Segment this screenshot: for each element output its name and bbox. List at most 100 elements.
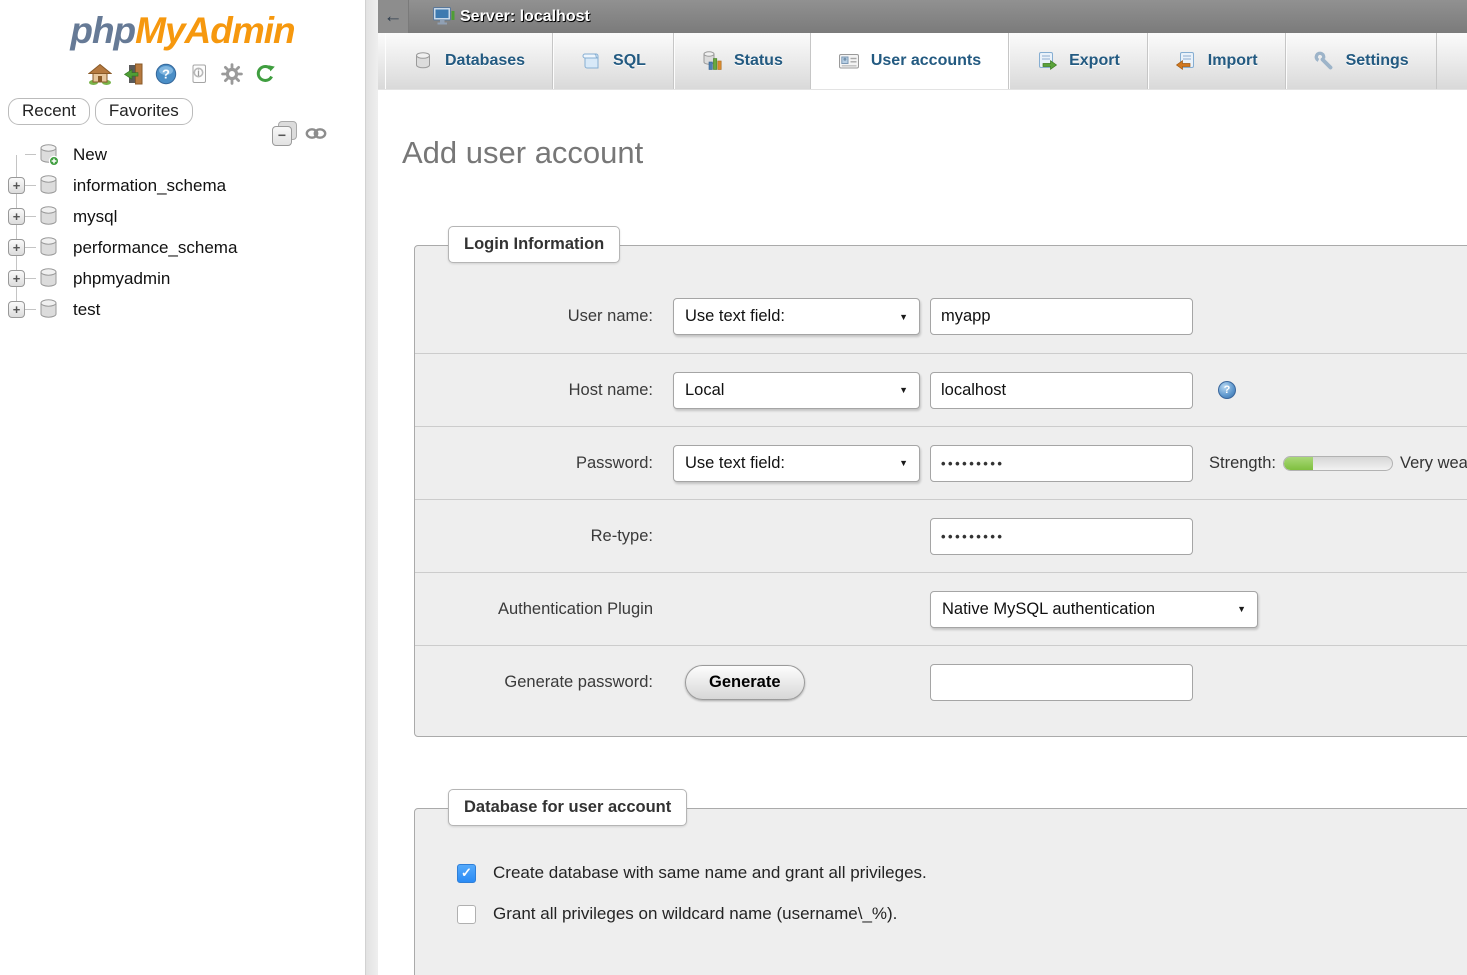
expand-icon[interactable]: +	[8, 301, 25, 318]
tree-connector	[25, 154, 36, 155]
tree-item-phpmyadmin[interactable]: + phpmyadmin	[0, 263, 365, 294]
tab-label: SQL	[613, 52, 646, 70]
logo-php-text: php	[70, 10, 135, 51]
tree-connector	[25, 278, 36, 279]
strength-meter	[1283, 456, 1393, 471]
tree-connector	[25, 247, 36, 248]
logo-myadmin-text: MyAdmin	[135, 10, 295, 51]
database-for-user-legend: Database for user account	[448, 789, 687, 826]
select-value: Native MySQL authentication	[942, 600, 1155, 619]
tree-item-new[interactable]: New	[0, 139, 365, 170]
user-name-row: User name: Use text field: ▼	[415, 280, 1467, 353]
host-name-input[interactable]	[930, 372, 1193, 409]
settings-icon[interactable]	[220, 62, 244, 86]
database-icon	[38, 298, 60, 322]
tree-connector	[25, 216, 36, 217]
tab-status[interactable]: Status	[674, 33, 811, 89]
export-icon	[1036, 51, 1058, 71]
password-type-select[interactable]: Use text field: ▼	[673, 445, 920, 482]
sql-icon	[580, 51, 602, 71]
tab-label: Import	[1208, 52, 1258, 70]
page-content: Add user account Login Information User …	[378, 90, 1467, 975]
tree-item-performance-schema[interactable]: + performance_schema	[0, 232, 365, 263]
chevron-down-icon: ▼	[891, 312, 908, 322]
generate-password-row: Generate password: Generate	[415, 645, 1467, 718]
home-icon[interactable]	[88, 62, 112, 86]
expand-icon[interactable]: +	[8, 239, 25, 256]
checkbox-label: Grant all privileges on wildcard name (u…	[493, 904, 897, 924]
import-icon	[1175, 51, 1197, 71]
tree-item-label: phpmyadmin	[73, 269, 170, 289]
expand-icon[interactable]: +	[8, 208, 25, 225]
auth-plugin-row: Authentication Plugin Native MySQL authe…	[415, 572, 1467, 645]
host-name-type-select[interactable]: Local ▼	[673, 372, 920, 409]
database-icon	[38, 174, 60, 198]
tree-spacer	[8, 146, 25, 163]
host-help-icon[interactable]: ?	[1218, 381, 1236, 399]
sidebar-scrollbar[interactable]	[365, 0, 378, 975]
svg-text:i: i	[197, 68, 200, 78]
expand-icon[interactable]: +	[8, 177, 25, 194]
new-database-icon	[38, 143, 60, 167]
tree-item-label: performance_schema	[73, 238, 237, 258]
host-name-row: Host name: Local ▼ ?	[415, 353, 1467, 426]
tree-item-label: New	[73, 145, 107, 165]
tab-export[interactable]: Export	[1009, 33, 1148, 89]
server-icon	[432, 6, 456, 28]
tab-user-accounts[interactable]: User accounts	[811, 33, 1009, 89]
grant-wildcard-checkbox[interactable]: ✓	[457, 905, 476, 924]
top-tab-bar: Databases SQL Status User accounts Expor…	[378, 33, 1467, 90]
password-label: Password:	[457, 454, 653, 473]
login-information-legend: Login Information	[448, 226, 620, 263]
auth-plugin-select[interactable]: Native MySQL authentication ▼	[930, 591, 1258, 628]
auth-plugin-label: Authentication Plugin	[457, 600, 653, 619]
login-information-fieldset: Login Information User name: Use text fi…	[414, 245, 1467, 737]
refresh-icon[interactable]	[253, 62, 277, 86]
database-tree: New + information_schema + mysql +	[0, 139, 365, 325]
tree-item-test[interactable]: + test	[0, 294, 365, 325]
tree-item-mysql[interactable]: + mysql	[0, 201, 365, 232]
retype-row: Re-type:	[415, 499, 1467, 572]
phpmyadmin-logo[interactable]: phpMyAdmin	[0, 10, 365, 52]
svg-text:?: ?	[162, 67, 170, 82]
tree-item-label: mysql	[73, 207, 117, 227]
recent-button[interactable]: Recent	[8, 98, 90, 125]
create-database-checkbox[interactable]: ✓	[457, 864, 476, 883]
expand-icon[interactable]: +	[8, 270, 25, 287]
user-accounts-icon	[838, 51, 860, 71]
tree-item-information-schema[interactable]: + information_schema	[0, 170, 365, 201]
tree-item-label: test	[73, 300, 100, 320]
server-breadcrumb-bar: ← Server: localhost	[378, 0, 1467, 33]
retype-password-input[interactable]	[930, 518, 1193, 555]
user-name-input[interactable]	[930, 298, 1193, 335]
database-icon	[38, 267, 60, 291]
databases-icon	[412, 51, 434, 71]
page-title: Add user account	[402, 135, 1467, 171]
server-breadcrumb-label[interactable]: Server: localhost	[460, 8, 590, 26]
chevron-down-icon: ▼	[891, 385, 908, 395]
logout-icon[interactable]	[121, 62, 145, 86]
tab-settings[interactable]: Settings	[1286, 33, 1437, 89]
status-icon	[701, 51, 723, 71]
generate-password-label: Generate password:	[457, 673, 653, 692]
tab-label: Export	[1069, 52, 1120, 70]
database-icon	[38, 205, 60, 229]
password-row: Password: Use text field: ▼ Strength: Ve…	[415, 426, 1467, 499]
tab-sql[interactable]: SQL	[553, 33, 674, 89]
help-icon[interactable]: ?	[154, 62, 178, 86]
generate-button[interactable]: Generate	[685, 665, 805, 700]
user-name-type-select[interactable]: Use text field: ▼	[673, 298, 920, 335]
generated-password-input[interactable]	[930, 664, 1193, 701]
sidebar-toolbar: ? i	[0, 61, 365, 87]
tab-import[interactable]: Import	[1148, 33, 1286, 89]
documentation-icon[interactable]: i	[187, 62, 211, 86]
password-input[interactable]	[930, 445, 1193, 482]
strength-meter-fill	[1284, 457, 1313, 470]
back-arrow-button[interactable]: ←	[378, 0, 409, 33]
create-database-checkbox-row[interactable]: ✓ Create database with same name and gra…	[415, 863, 1467, 883]
main-panel: ← Server: localhost Databases SQL Status…	[378, 0, 1467, 975]
grant-wildcard-checkbox-row[interactable]: ✓ Grant all privileges on wildcard name …	[415, 904, 1467, 924]
favorites-button[interactable]: Favorites	[95, 98, 193, 125]
checkbox-label: Create database with same name and grant…	[493, 863, 927, 883]
tab-databases[interactable]: Databases	[385, 33, 553, 89]
